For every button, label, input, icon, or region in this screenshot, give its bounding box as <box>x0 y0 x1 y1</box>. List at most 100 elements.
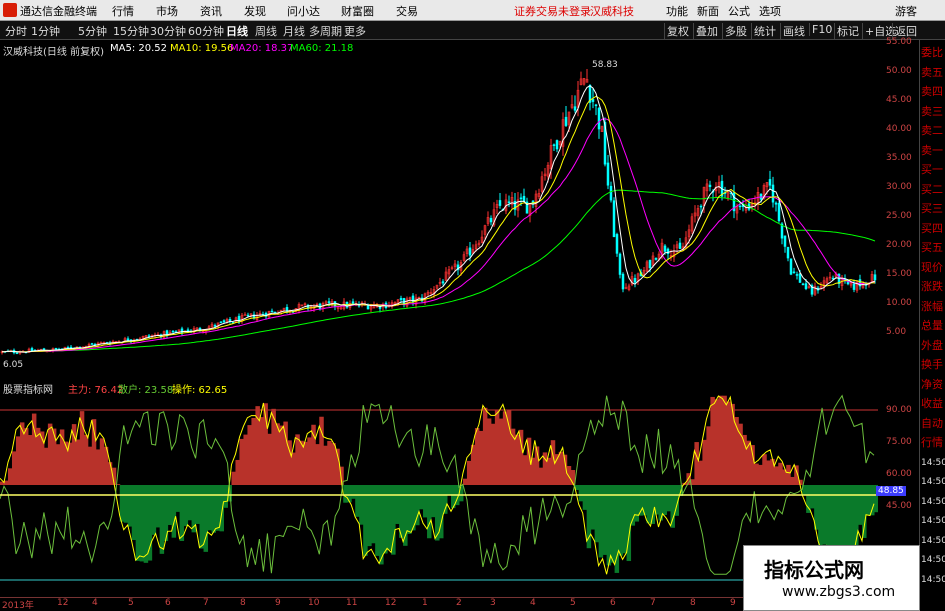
indicator-bar <box>750 445 755 485</box>
tab-30min[interactable]: 30分钟 <box>150 23 186 39</box>
quote-side-panel: 委比卖五卖四卖三卖二卖一买一买二买三买四买五现价涨跌涨幅总量外盘换手净资收益自动… <box>919 40 945 609</box>
x-axis-label: 1 <box>422 598 428 608</box>
panel-item[interactable]: 14:50 <box>921 553 945 567</box>
duogu-button[interactable]: 多股 <box>722 23 749 39</box>
x-axis-label: 3 <box>490 598 496 608</box>
menu-gongneng[interactable]: 功能 <box>666 3 688 19</box>
panel-item[interactable]: 14:50 <box>921 475 945 489</box>
candle-body <box>237 315 241 323</box>
indicator-bar <box>139 485 145 562</box>
indicator-bar <box>207 485 213 531</box>
panel-item[interactable]: 买二 <box>921 183 943 197</box>
indicator-bar <box>151 485 157 535</box>
panel-item[interactable]: 总量 <box>921 319 943 333</box>
x-axis-label: 11 <box>346 598 358 608</box>
indicator-bar <box>147 485 153 561</box>
login-status[interactable]: 证券交易未登录 <box>514 3 591 19</box>
menu-gongshi[interactable]: 公式 <box>728 3 750 19</box>
menu-xinmian[interactable]: 新面 <box>697 3 719 19</box>
high-price-label: 58.83 <box>592 60 618 70</box>
panel-item[interactable]: 买五 <box>921 241 943 255</box>
price-chart[interactable]: 汉威科技(日线 前复权) MA5: 20.52 MA10: 19.56 MA20… <box>0 40 878 378</box>
candle-body <box>507 201 511 203</box>
tab-1min[interactable]: 1分钟 <box>31 23 60 39</box>
tab-5min[interactable]: 5分钟 <box>78 23 107 39</box>
panel-item[interactable]: 自动 <box>921 417 943 431</box>
panel-item[interactable]: 现价 <box>921 261 943 275</box>
indicator-bar <box>351 485 356 499</box>
candle-body <box>327 301 331 303</box>
indicator-bar <box>95 449 101 485</box>
panel-item[interactable]: 14:50 <box>921 514 945 528</box>
indicator-bar <box>331 443 336 485</box>
tongji-button[interactable]: 统计 <box>751 23 778 39</box>
ma60-label: MA60: 21.18 <box>290 43 354 54</box>
tab-60min[interactable]: 60分钟 <box>188 23 224 39</box>
y-tick-55: 55.00 <box>886 37 912 47</box>
panel-item[interactable]: 行情 <box>921 436 943 450</box>
panel-item[interactable]: 14:50 <box>921 495 945 509</box>
indicator-bar <box>866 485 871 516</box>
tab-daily[interactable]: 日线 <box>226 23 248 39</box>
y-tick-5: 5.00 <box>886 327 907 337</box>
panel-item[interactable]: 净资 <box>921 378 943 392</box>
indicator-bar <box>702 439 707 485</box>
menu-shichang[interactable]: 市场 <box>156 3 178 19</box>
tab-more[interactable]: 更多 <box>344 23 366 39</box>
panel-item[interactable]: 涨幅 <box>921 300 943 314</box>
biaoji-button[interactable]: 标记 <box>834 23 861 39</box>
indicator-bar <box>818 485 823 546</box>
panel-item[interactable]: 涨跌 <box>921 280 943 294</box>
panel-item[interactable]: 卖二 <box>921 124 943 138</box>
panel-item[interactable]: 卖三 <box>921 105 943 119</box>
indicator-bar <box>706 426 711 485</box>
panel-item[interactable]: 卖一 <box>921 144 943 158</box>
candle-body <box>606 162 610 186</box>
menu-zixun[interactable]: 资讯 <box>200 3 222 19</box>
menu-caifuquan[interactable]: 财富圈 <box>341 3 374 19</box>
fuquan-button[interactable]: 复权 <box>664 23 691 39</box>
candle-body <box>399 298 403 300</box>
indicator-bar <box>486 418 492 485</box>
candle-body <box>831 277 835 280</box>
tab-weekly[interactable]: 周线 <box>255 23 277 39</box>
tab-monthly[interactable]: 月线 <box>283 23 305 39</box>
indicator-bar <box>195 485 201 524</box>
candle-body <box>612 200 616 238</box>
indicator-bar <box>446 485 452 496</box>
huaxian-button[interactable]: 画线 <box>780 23 807 39</box>
x-axis-label: 10 <box>308 598 320 608</box>
menu-faxian[interactable]: 发现 <box>244 3 266 19</box>
sanhu-label: 散户: 23.58 <box>118 385 174 396</box>
tab-multi[interactable]: 多周期 <box>309 23 342 39</box>
panel-item[interactable]: 14:50 <box>921 573 945 587</box>
menu-wenxiaoda[interactable]: 问小达 <box>287 3 320 19</box>
indicator-bar <box>323 445 328 485</box>
tab-fenshi[interactable]: 分时 <box>5 23 27 39</box>
indicator-bar <box>183 485 189 527</box>
indicator-bar <box>670 485 675 528</box>
menu-xuanxiang[interactable]: 选项 <box>759 3 781 19</box>
user-guest[interactable]: 游客 <box>895 3 917 19</box>
panel-item[interactable]: 收益 <box>921 397 943 411</box>
diejia-button[interactable]: 叠加 <box>693 23 720 39</box>
panel-item[interactable]: 14:50 <box>921 534 945 548</box>
ma5-line <box>1 85 876 353</box>
panel-item[interactable]: 换手 <box>921 358 943 372</box>
panel-item[interactable]: 买一 <box>921 163 943 177</box>
tab-15min[interactable]: 15分钟 <box>113 23 149 39</box>
indicator-bar <box>427 485 432 539</box>
indicator-bar <box>806 485 811 513</box>
candle-body <box>618 253 622 275</box>
panel-item[interactable]: 卖五 <box>921 66 943 80</box>
menu-jiaoyi[interactable]: 交易 <box>396 3 418 19</box>
panel-item[interactable]: 卖四 <box>921 85 943 99</box>
indicator-bar <box>770 458 775 485</box>
panel-item[interactable]: 买三 <box>921 202 943 216</box>
f10-button[interactable]: F10 <box>809 23 834 36</box>
panel-item[interactable]: 委比 <box>921 46 943 60</box>
panel-item[interactable]: 14:50 <box>921 456 945 470</box>
menu-hangqing[interactable]: 行情 <box>112 3 134 19</box>
panel-item[interactable]: 外盘 <box>921 339 943 353</box>
panel-item[interactable]: 买四 <box>921 222 943 236</box>
